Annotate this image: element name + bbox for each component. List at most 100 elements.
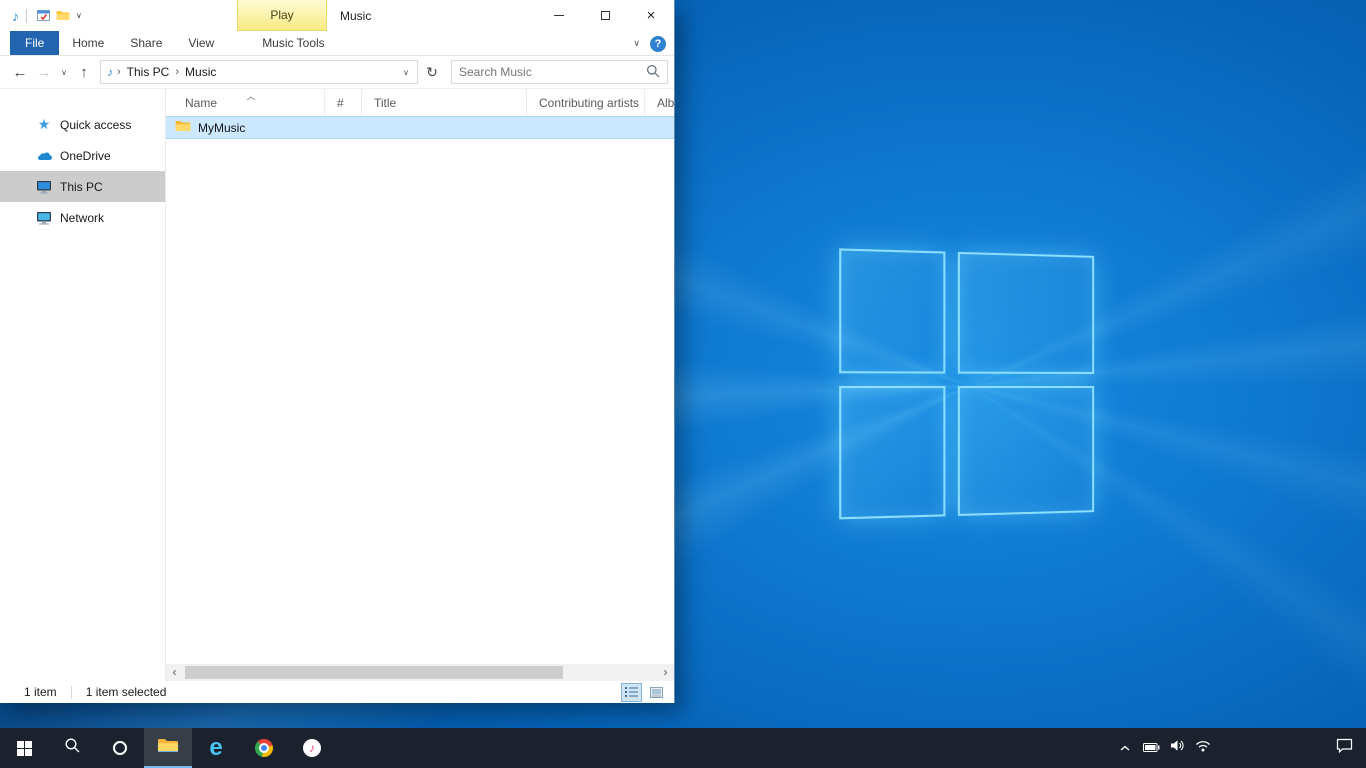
tray-battery-button[interactable] [1138,728,1164,768]
close-button[interactable]: × [628,0,674,31]
scroll-right-icon[interactable]: › [657,664,674,681]
forward-button[interactable]: → [32,60,56,84]
sidebar-item-this-pc[interactable]: This PC [0,171,165,202]
details-view-button[interactable] [621,683,642,702]
taskbar-itunes-button[interactable]: ♪ [288,728,336,768]
expand-ribbon-icon[interactable]: ∨ [633,38,640,49]
windows-logo-pane [839,248,945,373]
sort-ascending-icon [246,90,256,104]
column-label: Title [374,96,396,110]
network-icon [36,210,52,226]
tab-view[interactable]: View [175,31,227,55]
status-bar: 1 item 1 item selected [0,681,674,703]
caption-buttons: × [536,0,674,31]
column-header-title[interactable]: Title [362,89,527,116]
file-name: MyMusic [198,121,245,135]
itunes-icon: ♪ [303,739,321,757]
title-bar[interactable]: ♪ ∨ Play Music × [0,0,674,31]
tray-volume-button[interactable] [1164,728,1190,768]
scroll-left-icon[interactable]: ‹ [166,664,183,681]
maximize-button[interactable] [582,0,628,31]
column-header-album[interactable]: Alb [645,89,674,116]
windows-start-icon [17,741,32,756]
search-icon[interactable] [646,64,660,81]
minimize-button[interactable] [536,0,582,31]
this-pc-icon [36,179,52,195]
tab-share[interactable]: Share [117,31,175,55]
column-label: Name [185,96,217,110]
chrome-icon [255,739,273,757]
scrollbar-track[interactable] [183,664,657,681]
view-buttons [621,681,667,703]
cortana-icon [113,741,127,755]
volume-icon [1170,739,1185,757]
sidebar-item-onedrive[interactable]: OneDrive [0,140,165,171]
search-input[interactable] [459,65,646,79]
breadcrumb-this-pc[interactable]: This PC [121,61,176,83]
selection-count: 1 item selected [86,685,167,699]
horizontal-scrollbar[interactable]: ‹ › [166,664,674,681]
cortana-button[interactable] [96,728,144,768]
start-button[interactable] [0,728,48,768]
address-bar[interactable]: ♪ › This PC › Music ∨ [100,60,418,84]
column-label: Contributing artists [539,96,639,110]
address-dropdown-icon[interactable]: ∨ [397,68,415,77]
taskbar-spacer [336,728,1112,768]
help-button[interactable]: ? [650,36,666,52]
tray-network-button[interactable] [1190,728,1216,768]
large-icons-view-button[interactable] [646,683,667,702]
column-headers: Name # Title Contributing artists Alb [166,89,674,116]
folder-icon [175,120,191,135]
sidebar-item-label: Quick access [60,118,131,132]
sidebar-item-label: Network [60,211,104,225]
navigation-pane: ★ Quick access OneDrive This PC [0,89,166,681]
taskbar-file-explorer-button[interactable] [144,728,192,768]
windows-logo [839,248,1098,523]
item-count: 1 item [24,685,57,699]
file-rows: MyMusic [166,116,674,664]
scrollbar-thumb[interactable] [185,666,563,679]
internet-explorer-icon: e [209,736,222,760]
refresh-button[interactable]: ↻ [421,64,443,81]
column-header-name[interactable]: Name [166,89,325,116]
breadcrumb-music[interactable]: Music [179,61,222,83]
sidebar-item-label: OneDrive [60,149,111,163]
tab-file[interactable]: File [10,31,59,55]
contextual-tab-chip[interactable]: Play [237,0,327,31]
ribbon-tab-row: File Home Share View Music Tools ∨ ? [0,31,674,56]
action-center-icon [1336,738,1353,758]
window-title: Music [340,0,371,31]
taskbar-clock-area [1216,728,1322,768]
qat-customize-chevron-icon[interactable]: ∨ [76,11,82,20]
minimize-icon [554,15,564,16]
battery-icon [1143,739,1160,757]
column-header-contributing-artists[interactable]: Contributing artists [527,89,645,116]
search-box[interactable] [451,60,668,84]
screen: ♪ ∨ Play Music × File Home Share View Mu… [0,0,1366,768]
quick-access-star-icon: ★ [36,117,52,133]
sidebar-item-network[interactable]: Network [0,202,165,233]
taskbar-internet-explorer-button[interactable]: e [192,728,240,768]
tab-music-tools[interactable]: Music Tools [249,31,337,55]
column-header-number[interactable]: # [325,89,362,116]
action-center-button[interactable] [1322,728,1366,768]
new-folder-icon[interactable] [56,10,70,21]
qat-separator [26,9,27,23]
tab-home[interactable]: Home [59,31,117,55]
file-row-mymusic[interactable]: MyMusic [166,116,674,139]
address-music-icon: ♪ [107,65,113,79]
windows-logo-pane [958,252,1094,374]
tray-chevron-up-icon [1119,739,1131,757]
taskbar-search-button[interactable] [48,728,96,768]
music-note-icon: ♪ [12,8,19,24]
properties-icon[interactable] [37,9,50,22]
recent-locations-chevron-icon[interactable]: ∨ [56,60,72,84]
tray-show-hidden-icons-button[interactable] [1112,728,1138,768]
up-button[interactable]: ↑ [72,60,96,84]
back-button[interactable]: ← [8,60,32,84]
status-separator [71,686,72,699]
sidebar-item-quick-access[interactable]: ★ Quick access [0,109,165,140]
taskbar-chrome-button[interactable] [240,728,288,768]
wifi-icon [1195,739,1211,757]
onedrive-cloud-icon [36,148,52,164]
